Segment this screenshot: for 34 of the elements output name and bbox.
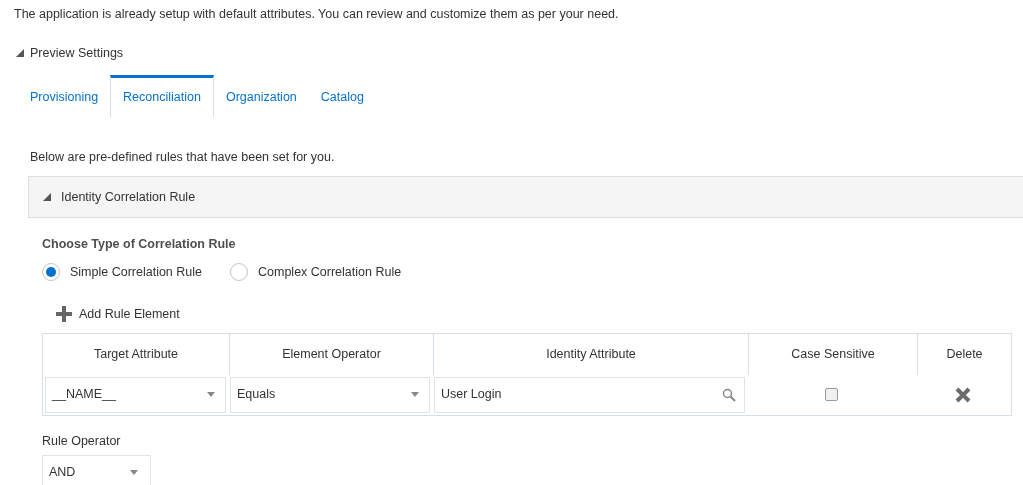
dropdown-field[interactable]: AND <box>42 455 151 485</box>
dropdown-field[interactable]: __NAME__ <box>45 376 226 413</box>
tab[interactable]: Provisioning <box>18 74 111 117</box>
radio-button[interactable] <box>42 263 60 282</box>
search-icon[interactable] <box>722 387 736 402</box>
column-header: Target Attribute <box>43 333 230 375</box>
dropdown-field[interactable]: Equals <box>230 376 430 413</box>
caret-icon[interactable] <box>411 392 419 397</box>
radio-button[interactable] <box>230 263 248 282</box>
accordion-title: Identity Correlation Rule <box>61 188 196 206</box>
info-text: Below are pre-defined rules that have been set for you. <box>30 148 335 166</box>
plus-icon <box>56 306 72 323</box>
field-label: Rule Operator <box>42 432 121 450</box>
radio-label[interactable]: Simple Correlation Rule <box>70 263 202 282</box>
accordion-header[interactable]: Identity Correlation Rule <box>28 176 1023 219</box>
delete-icon[interactable] <box>953 385 972 404</box>
column-header: Element Operator <box>230 333 434 375</box>
intro-text: The application is already setup with default attributes. You can review and customize them as per your need. <box>14 6 619 23</box>
caret-icon[interactable] <box>207 392 215 397</box>
caret-icon[interactable] <box>130 469 138 475</box>
field-heading: Choose Type of Correlation Rule <box>42 236 236 254</box>
tab[interactable]: Organization <box>213 74 309 117</box>
column-header: Case Sensitive <box>749 333 918 375</box>
column-header: Delete <box>945 345 984 363</box>
tab[interactable]: Reconciliation <box>110 74 214 117</box>
add-rule-element-button[interactable]: Add Rule Element <box>56 304 180 324</box>
checkbox[interactable] <box>825 388 838 401</box>
radio-label[interactable]: Complex Correlation Rule <box>258 263 402 282</box>
tab[interactable]: Catalog <box>308 74 376 117</box>
column-header: Identity Attribute <box>434 333 749 375</box>
expanded-triangle-icon[interactable] <box>43 193 51 202</box>
section-toggle[interactable]: Preview Settings <box>30 43 124 63</box>
expanded-triangle-icon[interactable] <box>16 49 24 58</box>
search-field[interactable]: User Login <box>434 376 745 413</box>
